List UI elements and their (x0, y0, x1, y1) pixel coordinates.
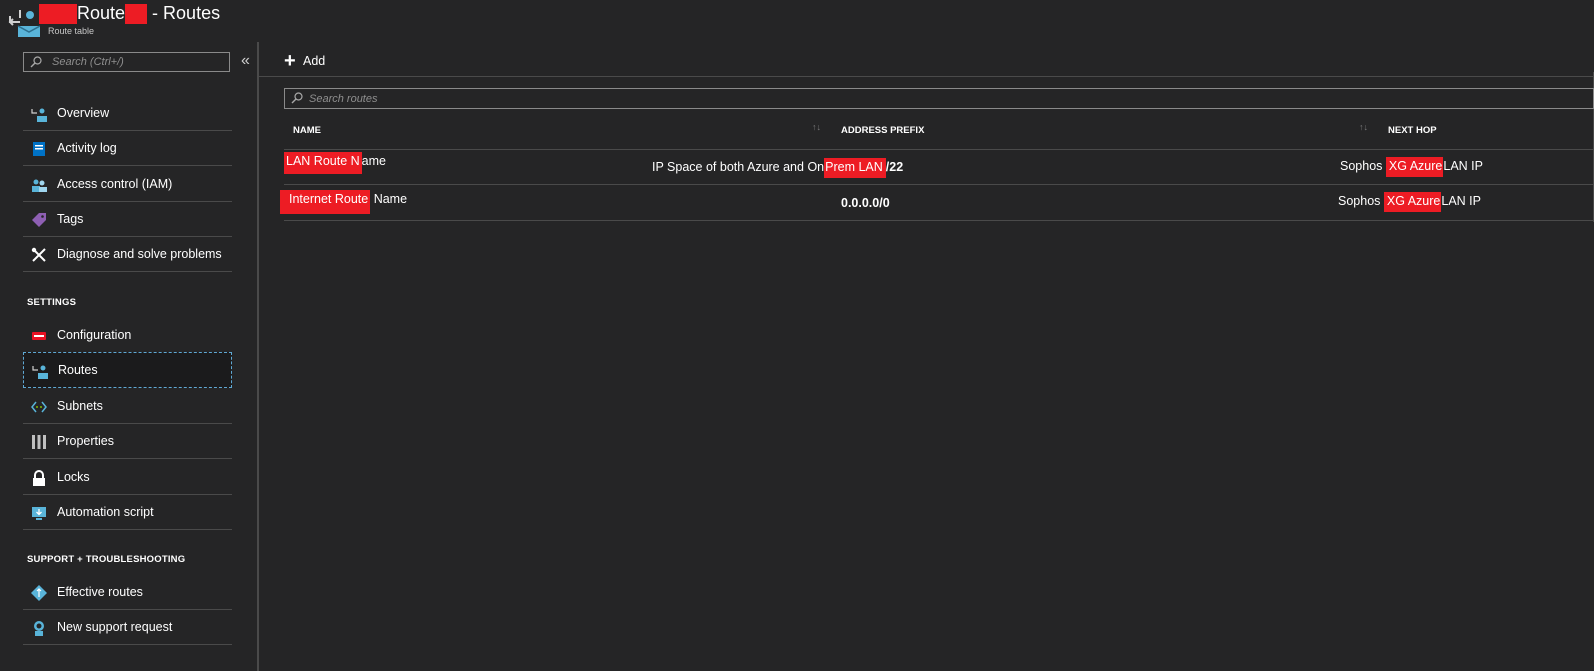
column-header-address-prefix[interactable]: ADDRESS PREFIX (841, 125, 924, 136)
route-table-icon (8, 10, 40, 37)
menu-item-diagnose[interactable]: Diagnose and solve problems (23, 237, 232, 272)
blade-header: Route - Routes Route table (0, 0, 1594, 42)
redaction-block: Internet Route (280, 190, 371, 214)
redaction-block: LAN Route N (284, 152, 362, 174)
resource-type-subtitle: Route table (48, 26, 95, 36)
row-divider (284, 220, 1594, 221)
menu-item-activity-log[interactable]: Activity log (23, 131, 232, 166)
route-table-icon (32, 365, 48, 379)
menu-item-label: Configuration (57, 328, 132, 342)
people-icon (32, 179, 47, 192)
menu-item-label: Properties (57, 434, 114, 448)
redaction-block: XG Azure (1385, 157, 1444, 177)
menu-item-effective-routes[interactable]: Effective routes (23, 575, 232, 610)
configuration-icon (32, 332, 46, 340)
support-section-heading: SUPPORT + TROUBLESHOOTING (27, 554, 186, 565)
row-divider (284, 184, 1594, 185)
redaction-block (39, 4, 77, 25)
header-divider (284, 149, 1594, 150)
lock-icon (33, 470, 45, 486)
add-button-label: Add (303, 54, 326, 68)
title-routes-text: - Routes (147, 3, 221, 23)
address-prefix-suffix: /22 (885, 160, 904, 174)
column-header-next-hop[interactable]: NEXT HOP (1388, 125, 1437, 136)
menu-item-tags[interactable]: Tags (23, 202, 232, 237)
routes-search-box[interactable] (284, 88, 1594, 109)
title-route-text: Route (77, 3, 126, 23)
wrench-icon (31, 247, 46, 262)
address-prefix-cell: IP Space of both Azure and OnPrem LAN/22 (652, 158, 904, 178)
redaction-block: XG Azure (1383, 192, 1442, 212)
route-name-text: ame (361, 154, 386, 168)
search-icon (30, 56, 42, 68)
next-hop-suffix: LAN IP (1441, 194, 1481, 208)
menu-item-routes[interactable]: Routes (23, 352, 232, 388)
menu-item-label: Tags (57, 212, 84, 226)
menu-item-overview[interactable]: Overview (23, 96, 232, 131)
menu-item-access-control[interactable]: Access control (IAM) (23, 167, 232, 202)
menu-item-properties[interactable]: Properties (23, 424, 232, 459)
settings-section-heading: SETTINGS (27, 297, 77, 308)
menu-search-input[interactable] (52, 53, 222, 71)
route-table-icon (31, 108, 47, 122)
menu-item-new-support-request[interactable]: New support request (23, 610, 232, 645)
support-icon (34, 621, 44, 636)
sort-address-prefix-icon[interactable]: ↑↓ (1359, 122, 1368, 132)
collapse-menu-button[interactable]: « (241, 53, 250, 69)
properties-icon (32, 435, 46, 449)
menu-item-subnets[interactable]: Subnets (23, 389, 232, 424)
menu-item-label: Overview (57, 106, 110, 120)
tag-icon (32, 213, 46, 227)
route-name-cell[interactable]: LAN Route Name (284, 152, 386, 174)
menu-item-label: Diagnose and solve problems (57, 247, 222, 261)
menu-item-locks[interactable]: Locks (23, 460, 232, 495)
next-hop-text: Sophos (1338, 194, 1384, 208)
plus-icon: + (284, 50, 296, 72)
address-prefix-text: IP Space of both Azure and On (652, 160, 825, 174)
menu-item-label: Subnets (57, 399, 103, 413)
menu-item-label: Activity log (57, 141, 117, 155)
redaction-block: Prem LAN (824, 158, 886, 178)
menu-item-label: Access control (IAM) (57, 177, 173, 191)
routes-search-input[interactable] (309, 89, 909, 108)
next-hop-cell: Sophos XG AzureLAN IP (1338, 192, 1481, 212)
menu-item-label: Automation script (57, 505, 154, 519)
column-header-name[interactable]: NAME (293, 125, 321, 136)
next-hop-text: Sophos (1340, 159, 1386, 173)
menu-item-automation-script[interactable]: Automation script (23, 495, 232, 530)
menu-item-configuration[interactable]: Configuration (23, 318, 232, 353)
route-name-cell[interactable]: Internet Route Name (280, 190, 408, 214)
route-name-text: Name (370, 192, 408, 206)
search-icon (291, 92, 303, 104)
menu-item-label: New support request (57, 620, 173, 634)
next-hop-cell: Sophos XG AzureLAN IP (1340, 157, 1483, 177)
sort-name-icon[interactable]: ↑↓ (812, 122, 821, 132)
toolbar-divider (259, 76, 1594, 77)
page-title: Route - Routes (39, 3, 221, 25)
menu-item-label: Locks (57, 470, 90, 484)
menu-item-label: Routes (58, 363, 98, 377)
activity-log-icon (33, 142, 45, 156)
subnet-icon (31, 401, 47, 413)
menu-search-box[interactable] (23, 52, 230, 72)
redaction-block (125, 4, 148, 25)
automation-icon (32, 507, 46, 520)
resource-menu: « Overview Activity log Access control (… (0, 42, 259, 671)
address-prefix-cell: 0.0.0.0/0 (841, 196, 890, 210)
routes-blade-content: + Add NAME ↑↓ ADDRESS PREFIX ↑↓ NEXT HOP… (259, 42, 1594, 671)
next-hop-suffix: LAN IP (1443, 159, 1483, 173)
effective-routes-icon (31, 585, 47, 601)
menu-item-label: Effective routes (57, 585, 143, 599)
